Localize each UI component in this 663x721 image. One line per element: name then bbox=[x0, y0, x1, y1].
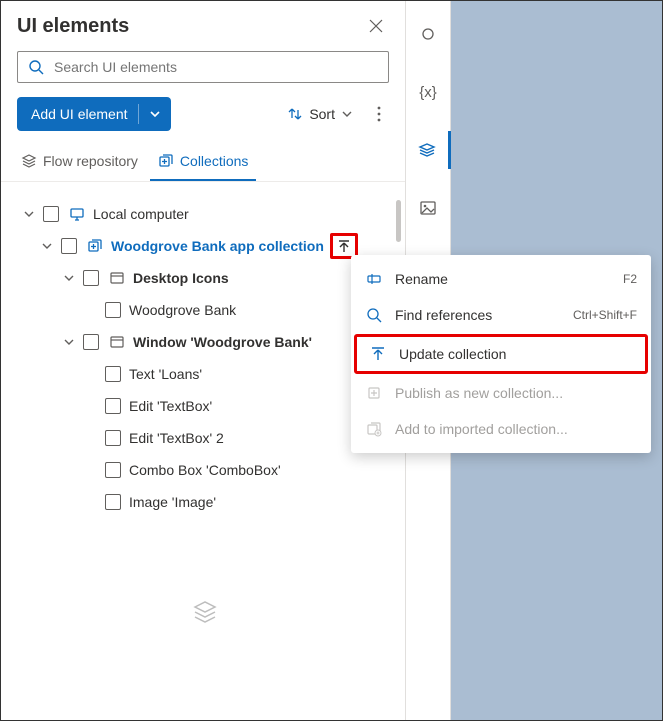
chevron-down-icon[interactable] bbox=[19, 208, 39, 220]
tree-leaf[interactable]: Text 'Loans' bbox=[9, 358, 401, 390]
checkbox[interactable] bbox=[43, 206, 59, 222]
collections-icon bbox=[158, 153, 174, 169]
tree-label: Woodgrove Bank bbox=[129, 302, 236, 318]
checkbox[interactable] bbox=[105, 302, 121, 318]
chevron-down-icon[interactable] bbox=[59, 336, 79, 348]
menu-shortcut: Ctrl+Shift+F bbox=[573, 308, 637, 322]
chevron-down-icon[interactable] bbox=[59, 272, 79, 284]
tree-label: Image 'Image' bbox=[129, 494, 216, 510]
rename-icon bbox=[365, 271, 383, 287]
menu-label: Add to imported collection... bbox=[395, 421, 568, 437]
window-icon bbox=[107, 334, 127, 350]
ui-elements-panel: UI elements Add UI element bbox=[1, 1, 406, 720]
tree-label: Desktop Icons bbox=[133, 270, 229, 286]
tree-leaf[interactable]: Combo Box 'ComboBox' bbox=[9, 454, 401, 486]
context-menu: Rename F2 Find references Ctrl+Shift+F U… bbox=[351, 255, 651, 453]
chevron-down-icon bbox=[341, 108, 353, 120]
search-icon bbox=[365, 307, 383, 323]
tree-label: Local computer bbox=[93, 206, 189, 222]
menu-item-update-collection[interactable]: Update collection bbox=[355, 335, 647, 373]
panel-title: UI elements bbox=[17, 15, 129, 38]
checkbox[interactable] bbox=[105, 366, 121, 382]
monitor-icon bbox=[67, 206, 87, 222]
tree-label: Edit 'TextBox' 2 bbox=[129, 430, 224, 446]
menu-item-rename[interactable]: Rename F2 bbox=[351, 261, 651, 297]
tree-node-group[interactable]: Desktop Icons bbox=[9, 262, 401, 294]
tree-leaf[interactable]: Edit 'TextBox' 2 bbox=[9, 422, 401, 454]
layers-icon bbox=[9, 518, 401, 626]
tree-node-collection[interactable]: Woodgrove Bank app collection bbox=[9, 230, 401, 262]
menu-label: Update collection bbox=[399, 346, 506, 362]
window-icon bbox=[107, 270, 127, 286]
tree-node-local-computer[interactable]: Local computer bbox=[9, 198, 401, 230]
tab-collections[interactable]: Collections bbox=[150, 143, 256, 181]
ui-elements-tree: Local computer Woodgrove Bank app collec… bbox=[9, 198, 401, 518]
close-button[interactable] bbox=[363, 13, 389, 39]
checkbox[interactable] bbox=[105, 430, 121, 446]
menu-shortcut: F2 bbox=[623, 272, 637, 286]
publish-icon bbox=[365, 385, 383, 401]
scrollbar[interactable] bbox=[396, 200, 401, 242]
menu-label: Find references bbox=[395, 307, 492, 323]
checkbox[interactable] bbox=[83, 334, 99, 350]
checkbox[interactable] bbox=[105, 398, 121, 414]
upload-icon bbox=[369, 346, 387, 362]
search-icon bbox=[28, 59, 52, 75]
chevron-down-icon[interactable] bbox=[37, 240, 57, 252]
menu-label: Rename bbox=[395, 271, 448, 287]
tree-label: Woodgrove Bank app collection bbox=[111, 238, 324, 254]
tree-label: Combo Box 'ComboBox' bbox=[129, 462, 281, 478]
tab-flow-repository[interactable]: Flow repository bbox=[13, 143, 146, 181]
search-input-wrapper[interactable] bbox=[17, 51, 389, 83]
rail-item-variables[interactable]: {x} bbox=[406, 73, 451, 111]
checkbox[interactable] bbox=[105, 494, 121, 510]
sort-button[interactable]: Sort bbox=[283, 102, 357, 126]
checkbox[interactable] bbox=[83, 270, 99, 286]
tree-node-group[interactable]: Window 'Woodgrove Bank' bbox=[9, 326, 401, 358]
tabs: Flow repository Collections bbox=[1, 143, 405, 182]
add-ui-element-button[interactable]: Add UI element bbox=[17, 97, 171, 131]
tree-label: Text 'Loans' bbox=[129, 366, 202, 382]
tree-leaf[interactable]: Woodgrove Bank bbox=[9, 294, 401, 326]
add-ui-element-dropdown[interactable] bbox=[139, 97, 171, 131]
menu-item-find-references[interactable]: Find references Ctrl+Shift+F bbox=[351, 297, 651, 333]
checkbox[interactable] bbox=[105, 462, 121, 478]
repository-icon bbox=[21, 153, 37, 169]
menu-item-add-to-imported: Add to imported collection... bbox=[351, 411, 651, 447]
add-collection-icon bbox=[365, 421, 383, 437]
menu-item-publish: Publish as new collection... bbox=[351, 375, 651, 411]
checkbox[interactable] bbox=[61, 238, 77, 254]
rail-item-ui-elements[interactable] bbox=[406, 131, 451, 169]
tree-label: Window 'Woodgrove Bank' bbox=[133, 334, 312, 350]
sort-icon bbox=[287, 106, 303, 122]
tree-leaf[interactable]: Image 'Image' bbox=[9, 486, 401, 518]
tree-leaf[interactable]: Edit 'TextBox' bbox=[9, 390, 401, 422]
menu-label: Publish as new collection... bbox=[395, 385, 563, 401]
tree-label: Edit 'TextBox' bbox=[129, 398, 212, 414]
search-input[interactable] bbox=[52, 58, 378, 76]
rail-item-copilot[interactable] bbox=[406, 15, 451, 53]
more-button[interactable] bbox=[369, 102, 389, 126]
rail-item-images[interactable] bbox=[406, 189, 451, 227]
collection-icon bbox=[85, 238, 105, 254]
